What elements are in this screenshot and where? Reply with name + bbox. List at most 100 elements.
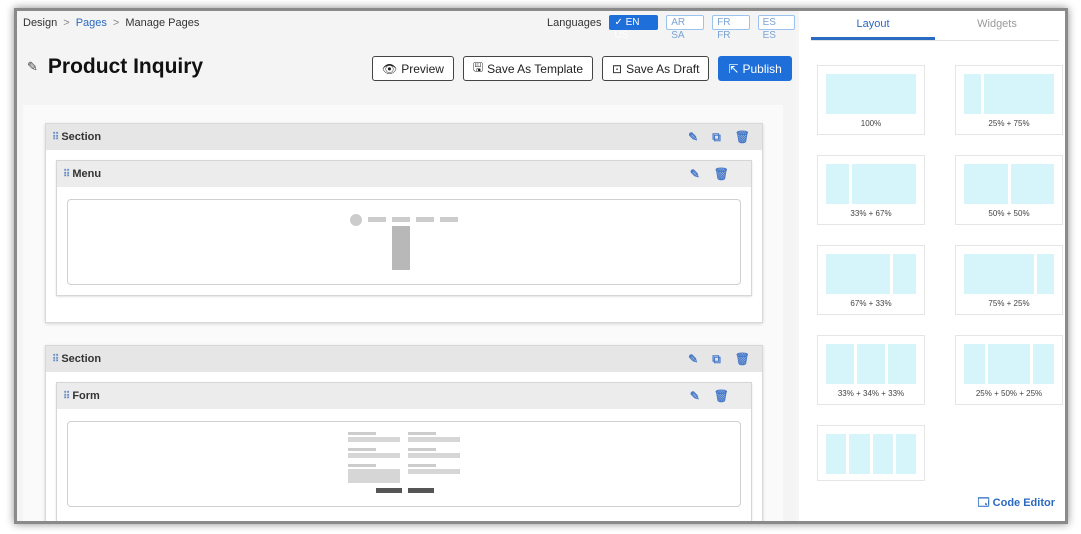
drag-handle-icon[interactable]: ⠿ <box>52 354 59 365</box>
layout-column <box>826 344 854 384</box>
breadcrumb-manage-pages: Manage Pages <box>125 17 200 29</box>
breadcrumb-separator: > <box>112 17 120 29</box>
edit-icon[interactable]: ✎ <box>688 130 698 145</box>
layout-column <box>826 74 916 114</box>
edit-icon[interactable]: ✎ <box>690 389 700 403</box>
widget-label: Menu <box>72 168 102 180</box>
form-widget[interactable]: ⠿ Form ✎ 🗑 <box>56 382 752 521</box>
save-as-draft-label: Save As Draft <box>626 61 700 76</box>
delete-icon[interactable]: 🗑 <box>735 130 750 145</box>
panel-tabs: Layout Widgets <box>811 11 1059 41</box>
layout-column <box>895 434 916 474</box>
form-placeholder-graphic <box>348 432 460 493</box>
widget-actions: ✎ 🗑 <box>690 389 729 403</box>
layout-columns <box>964 164 1054 204</box>
lang-ar-sa[interactable]: AR SA <box>666 15 705 41</box>
save-as-draft-button[interactable]: ⊡ Save As Draft <box>602 56 710 81</box>
layout-option-25-75[interactable]: 25% + 75% <box>955 65 1063 135</box>
top-bar: Design > Pages > Manage Pages Languages … <box>17 11 795 41</box>
lang-en-us-label: EN US <box>614 17 640 41</box>
save-icon: 🖫 <box>472 60 484 74</box>
section-actions: ✎ ⧉ 🗑 <box>688 352 750 367</box>
layout-panel: Layout Widgets 100% 25% + 75% 33% + 67% … <box>799 11 1065 521</box>
title-bar: ✎ Product Inquiry <box>27 55 203 79</box>
layout-option-four-columns[interactable] <box>817 425 925 481</box>
section-header[interactable]: ⠿ Section ✎ ⧉ 🗑 <box>46 124 762 150</box>
drag-handle-icon[interactable]: ⠿ <box>63 391 70 402</box>
edit-title-icon[interactable]: ✎ <box>27 59 38 75</box>
layout-label: 33% + 34% + 33% <box>837 389 905 398</box>
page-title: Product Inquiry <box>47 55 204 78</box>
layout-option-33-34-33[interactable]: 33% + 34% + 33% <box>817 335 925 405</box>
copy-icon[interactable]: ⧉ <box>712 352 721 367</box>
layout-column <box>1010 164 1054 204</box>
breadcrumb-design[interactable]: Design <box>23 17 57 29</box>
layout-option-100[interactable]: 100% <box>817 65 925 135</box>
tab-layout[interactable]: Layout <box>811 11 935 40</box>
lang-fr-fr[interactable]: FR FR <box>712 15 750 41</box>
menu-preview <box>67 199 741 285</box>
section-actions: ✎ ⧉ 🗑 <box>688 130 750 145</box>
edit-icon[interactable]: ✎ <box>688 352 698 367</box>
layout-label: 25% + 75% <box>988 119 1030 128</box>
save-as-template-button[interactable]: 🖫 Save As Template <box>462 56 593 81</box>
breadcrumb: Design > Pages > Manage Pages <box>23 17 199 29</box>
layout-column <box>964 164 1008 204</box>
layout-column <box>849 434 870 474</box>
breadcrumb-pages[interactable]: Pages <box>76 17 107 29</box>
tab-widgets[interactable]: Widgets <box>935 11 1059 40</box>
layout-option-50-50[interactable]: 50% + 50% <box>955 155 1063 225</box>
delete-icon[interactable]: 🗑 <box>735 352 750 367</box>
layout-columns <box>826 254 916 294</box>
page-canvas: ⠿ Section ✎ ⧉ 🗑 ⠿ Menu ✎ 🗑 ⠿ Section ✎ ⧉… <box>23 105 783 521</box>
code-editor-link[interactable]: 🗔 Code Editor <box>978 494 1055 513</box>
layout-column <box>893 254 916 294</box>
publish-button[interactable]: ⇱ Publish <box>718 56 792 81</box>
section-header[interactable]: ⠿ Section ✎ ⧉ 🗑 <box>46 346 762 372</box>
layout-columns <box>964 74 1054 114</box>
section-1[interactable]: ⠿ Section ✎ ⧉ 🗑 ⠿ Menu ✎ 🗑 <box>45 123 763 323</box>
delete-icon[interactable]: 🗑 <box>714 389 729 403</box>
menu-widget[interactable]: ⠿ Menu ✎ 🗑 <box>56 160 752 296</box>
lang-es-es[interactable]: ES ES <box>757 15 795 41</box>
layout-label: 67% + 33% <box>850 299 892 308</box>
lang-en-us[interactable]: ✓ EN US <box>609 15 659 41</box>
publish-label: Publish <box>742 61 782 76</box>
section-2[interactable]: ⠿ Section ✎ ⧉ 🗑 ⠿ Form ✎ 🗑 <box>45 345 763 521</box>
save-as-template-label: Save As Template <box>487 61 583 76</box>
drag-handle-icon[interactable]: ⠿ <box>52 132 59 143</box>
layout-label: 100% <box>860 119 882 128</box>
edit-icon[interactable]: ✎ <box>690 167 700 181</box>
layout-columns <box>826 74 916 114</box>
preview-button[interactable]: 👁 Preview <box>372 56 454 81</box>
delete-icon[interactable]: 🗑 <box>714 167 729 181</box>
layout-column <box>888 344 916 384</box>
layout-columns <box>964 254 1054 294</box>
layout-column <box>988 344 1030 384</box>
widget-header[interactable]: ⠿ Form ✎ 🗑 <box>57 383 751 409</box>
copy-icon[interactable]: ⧉ <box>712 130 721 145</box>
widget-header[interactable]: ⠿ Menu ✎ 🗑 <box>57 161 751 187</box>
code-icon: 🗔 <box>977 497 990 509</box>
languages-label: Languages <box>547 16 602 29</box>
layout-column <box>964 74 982 114</box>
layout-label: 75% + 25% <box>988 299 1030 308</box>
layout-option-33-67[interactable]: 33% + 67% <box>817 155 925 225</box>
layout-option-67-33[interactable]: 67% + 33% <box>817 245 925 315</box>
layout-columns <box>826 164 916 204</box>
draft-icon: ⊡ <box>612 61 623 76</box>
page-editor: Design > Pages > Manage Pages Languages … <box>17 11 795 521</box>
layout-option-75-25[interactable]: 75% + 25% <box>955 245 1063 315</box>
drag-handle-icon[interactable]: ⠿ <box>63 169 70 180</box>
layout-column <box>857 344 885 384</box>
language-selector: Languages ✓ EN US AR SA FR FR ES ES <box>547 15 795 41</box>
widget-label: Form <box>72 390 100 402</box>
layout-column <box>964 254 1034 294</box>
layout-columns <box>826 434 916 474</box>
section-label: Section <box>61 131 102 143</box>
layout-column <box>1033 344 1054 384</box>
widget-actions: ✎ 🗑 <box>690 167 729 181</box>
layout-option-25-50-25[interactable]: 25% + 50% + 25% <box>955 335 1063 405</box>
publish-icon: ⇱ <box>728 61 739 76</box>
code-editor-label: Code Editor <box>992 497 1055 509</box>
